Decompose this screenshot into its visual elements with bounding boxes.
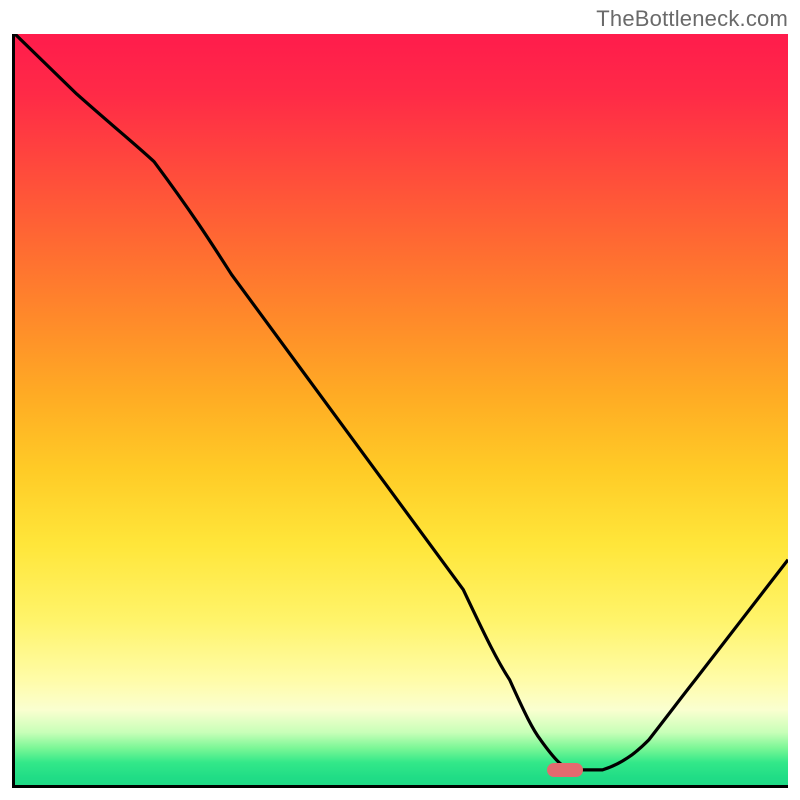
optimal-point-marker — [547, 763, 583, 777]
watermark-text: TheBottleneck.com — [596, 6, 788, 32]
chart-container: TheBottleneck.com — [0, 0, 800, 800]
curve-path — [15, 34, 788, 770]
plot-area — [12, 34, 788, 788]
bottleneck-curve — [15, 34, 788, 785]
